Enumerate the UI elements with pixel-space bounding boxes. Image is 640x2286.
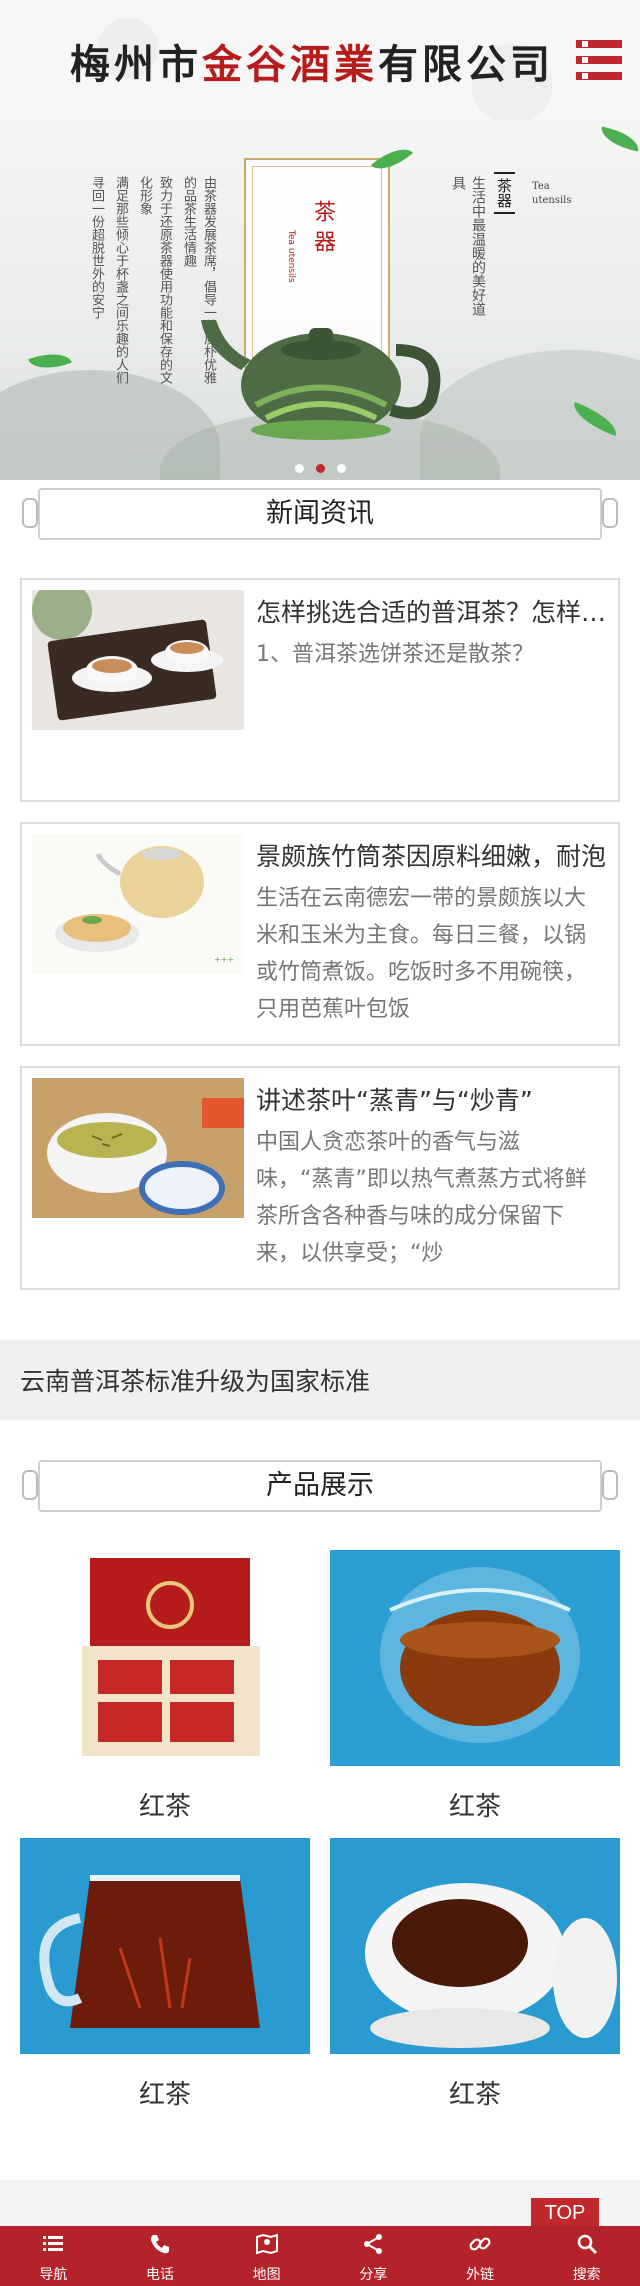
news-description: 中国人贪恋茶叶的香气与滋味，“蒸青”即以热气煮蒸方式将鲜茶所含各种香与味的成分保… (256, 1130, 587, 1266)
banner-left-text: 寻回一份超脱世外的安宁 (89, 176, 104, 319)
nav-label: 搜索 (572, 2267, 601, 2283)
teapot-image (201, 320, 441, 440)
news-thumbnail[interactable] (32, 590, 244, 730)
nav-item-map[interactable]: 地图 (213, 2226, 320, 2286)
share-icon (364, 2234, 383, 2254)
product-image[interactable] (20, 1550, 310, 1766)
product-card[interactable]: 红茶 (20, 1550, 310, 1823)
nav-item-link[interactable]: 外链 (427, 2226, 534, 2286)
hero-banner[interactable]: 寻回一份超脱世外的安宁 满足那些倾心于杯盏之间乐趣的人们 致力于还原茶器使用功能… (0, 120, 640, 480)
product-card[interactable]: 红茶 (330, 1838, 620, 2111)
product-name[interactable]: 红茶 (330, 1786, 620, 1823)
products-section-heading: 产品展示 (22, 1454, 618, 1518)
site-logo[interactable]: 梅州市金谷酒業有限公司 (70, 32, 554, 90)
bottom-nav: 导航 电话 地图 分享 外链 搜索 (0, 2226, 640, 2286)
product-image[interactable] (330, 1550, 620, 1766)
news-ticker[interactable]: 云南普洱茶标准升级为国家标准 (0, 1340, 640, 1420)
nav-label: 地图 (252, 2267, 281, 2283)
news-item[interactable]: 讲述茶叶“蒸青”与“炒青” 中国人贪恋茶叶的香气与滋味，“蒸青”即以热气煮蒸方式… (20, 1066, 620, 1290)
logo-prefix: 梅州市 (70, 42, 202, 88)
nav-label: 外链 (466, 2267, 495, 2283)
news-item[interactable]: 怎样挑选合适的普洱茶？怎样挑选合适的普洱茶 1、普洱茶选饼茶还是散茶？ (20, 578, 620, 802)
product-card[interactable]: 红茶 (20, 1838, 310, 2111)
news-thumbnail[interactable] (32, 1078, 244, 1218)
product-image[interactable] (330, 1838, 620, 2054)
nav-item-search[interactable]: 搜索 (533, 2226, 640, 2286)
logo-suffix: 有限公司 (378, 42, 554, 88)
banner-left-text: 满足那些倾心于杯盏之间乐趣的人们 (113, 176, 128, 384)
product-image[interactable] (20, 1838, 310, 2054)
news-item[interactable]: +++ 景颇族竹筒茶因原料细嫩，耐泡 生活在云南德宏一带的景颇族以大米和玉米为主… (20, 822, 620, 1046)
banner-right-title: 茶器 (494, 172, 515, 214)
product-card[interactable]: 红茶 (330, 1550, 620, 1823)
frame-title: 茶器 (310, 200, 335, 260)
search-icon (577, 2234, 597, 2255)
link-icon (469, 2237, 491, 2251)
news-section-heading: 新闻资讯 (22, 482, 618, 546)
product-name[interactable]: 红茶 (20, 1786, 310, 1823)
products-heading: 产品展示 (266, 1470, 374, 1501)
nav-item-guide[interactable]: 导航 (0, 2226, 107, 2286)
news-thumbnail[interactable]: +++ (32, 834, 244, 974)
nav-item-phone[interactable]: 电话 (107, 2226, 214, 2286)
back-to-top-button[interactable]: TOP (531, 2198, 599, 2228)
list-icon (43, 2236, 64, 2251)
banner-right-en: Tea utensils (532, 181, 572, 206)
nav-label: 电话 (146, 2267, 174, 2283)
news-title[interactable]: 讲述茶叶“蒸青”与“炒青” (256, 1084, 608, 1118)
carousel-dot[interactable] (294, 464, 304, 473)
leaf-decoration (598, 126, 640, 152)
news-heading: 新闻资讯 (266, 498, 374, 529)
phone-icon (151, 2235, 169, 2254)
nav-label: 导航 (39, 2267, 68, 2283)
news-title[interactable]: 景颇族竹筒茶因原料细嫩，耐泡 (256, 840, 608, 874)
ticker-text[interactable]: 云南普洱茶标准升级为国家标准 (20, 1362, 370, 1398)
banner-left-text: 致力于还原茶器使用功能和保存的文化形象 (137, 176, 172, 384)
carousel-dot-active[interactable] (315, 464, 325, 473)
news-description: 1、普洱茶选饼茶还是散茶？ (256, 642, 534, 667)
svg-text:+++: +++ (214, 955, 234, 964)
product-name[interactable]: 红茶 (330, 2074, 620, 2111)
carousel-dot[interactable] (336, 464, 346, 473)
frame-subtitle: Tea utensils (286, 230, 296, 283)
banner-right-text: 生活中最温暖的美好道具 (450, 176, 486, 316)
carousel-dots (0, 458, 640, 477)
site-header: 梅州市金谷酒業有限公司 (0, 0, 640, 120)
news-title[interactable]: 怎样挑选合适的普洱茶？怎样挑选合适的普洱茶 (256, 596, 608, 630)
product-name[interactable]: 红茶 (20, 2074, 310, 2111)
map-icon (255, 2233, 278, 2255)
menu-icon[interactable] (576, 40, 622, 80)
nav-label: 分享 (359, 2267, 388, 2283)
news-description: 生活在云南德宏一带的景颇族以大米和玉米为主食。每日三餐，以锅或竹筒煮饭。吃饭时多… (256, 886, 587, 1022)
nav-item-share[interactable]: 分享 (320, 2226, 427, 2286)
logo-brand: 金谷酒業 (202, 42, 378, 88)
